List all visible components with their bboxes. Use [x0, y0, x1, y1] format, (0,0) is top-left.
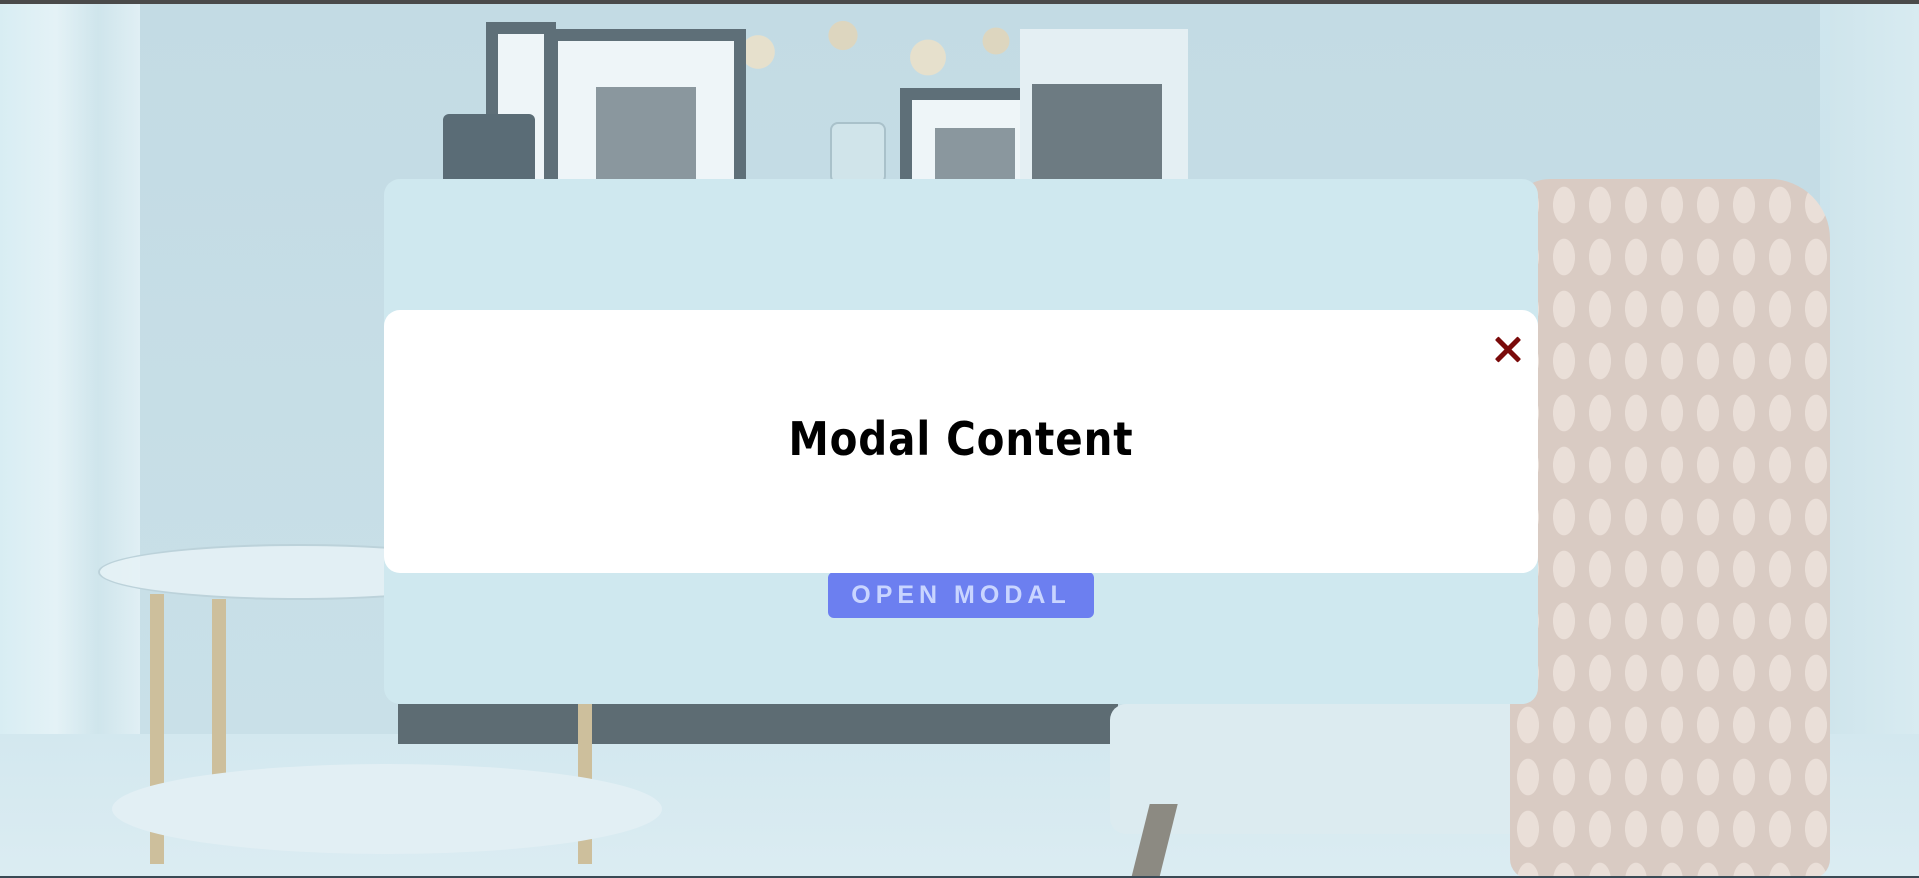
knit-blanket — [1510, 179, 1830, 876]
table-leg — [212, 599, 226, 779]
picture-frame — [1020, 29, 1188, 184]
modal-dialog: Modal Content — [384, 310, 1538, 573]
close-icon[interactable] — [1488, 330, 1528, 370]
side-table-shelf — [112, 764, 662, 854]
modal-title: Modal Content — [788, 412, 1134, 466]
picture-frame — [546, 29, 746, 187]
sideboard — [398, 704, 1118, 744]
vase — [830, 122, 886, 184]
curtain — [0, 4, 140, 774]
lamp — [443, 114, 535, 184]
open-modal-button[interactable]: OPEN MODAL — [828, 572, 1094, 618]
